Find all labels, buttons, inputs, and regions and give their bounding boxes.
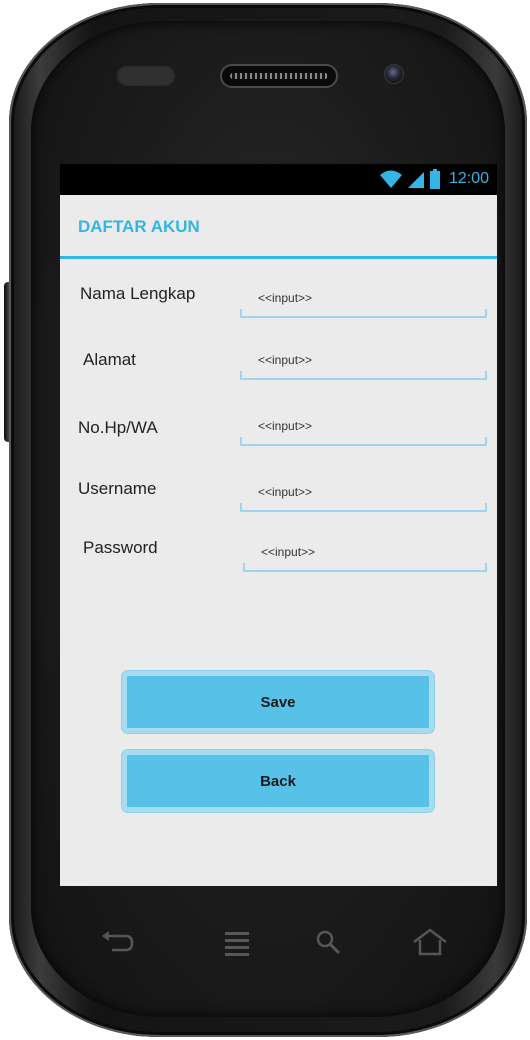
back-icon[interactable] [100, 930, 136, 958]
label-username: Username [78, 479, 157, 498]
status-time: 12:00 [448, 170, 489, 187]
password-field[interactable] [243, 538, 487, 572]
label-no-hp-wa: No.Hp/WA [78, 418, 158, 437]
action-bar: DAFTAR AKUN [60, 195, 497, 259]
search-icon[interactable] [314, 928, 344, 958]
nama-lengkap-field[interactable] [240, 284, 487, 318]
nama-lengkap-input[interactable] [258, 288, 458, 308]
save-button[interactable]: Save [122, 671, 434, 733]
label-nama-lengkap: Nama Lengkap [80, 284, 196, 303]
proximity-sensor [116, 64, 176, 86]
label-alamat: Alamat [83, 350, 136, 369]
username-input[interactable] [258, 482, 458, 502]
username-field[interactable] [240, 478, 487, 512]
page-title: DAFTAR AKUN [78, 217, 200, 236]
phone-screen: 12:00 DAFTAR AKUN Nama Lengkap Alamat No… [60, 164, 497, 886]
alamat-field[interactable] [240, 346, 487, 380]
earpiece-speaker [220, 64, 338, 88]
back-button[interactable]: Back [122, 750, 434, 812]
wifi-icon [379, 170, 402, 188]
no-hp-wa-field[interactable] [240, 412, 487, 446]
label-password: Password [83, 538, 158, 557]
alamat-input[interactable] [258, 350, 458, 370]
status-bar: 12:00 [60, 164, 497, 195]
menu-icon[interactable] [223, 928, 253, 960]
battery-icon [429, 169, 440, 189]
signal-icon [407, 172, 424, 188]
status-icons: 12:00 [379, 168, 489, 190]
no-hp-wa-input[interactable] [258, 416, 458, 436]
front-camera [384, 64, 404, 84]
home-icon[interactable] [410, 928, 450, 958]
password-input[interactable] [261, 542, 461, 562]
